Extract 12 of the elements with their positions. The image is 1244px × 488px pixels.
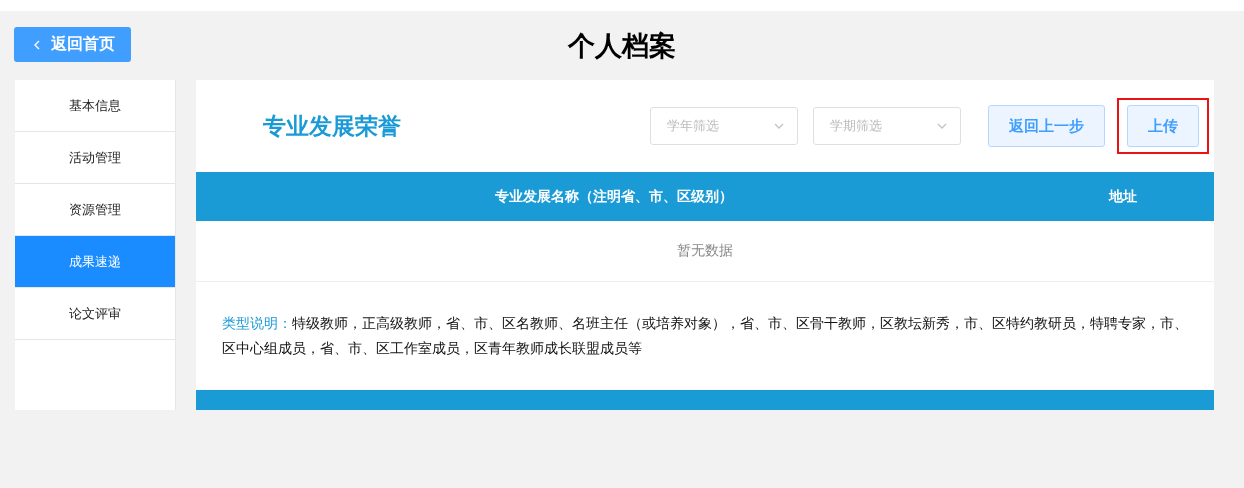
action-button[interactable]: 返回上一步	[988, 105, 1105, 147]
filter-select[interactable]: 学年筛选	[650, 107, 798, 145]
action-button[interactable]: 上传	[1127, 105, 1199, 147]
section-title: 专业发展荣誉	[263, 111, 402, 141]
sidebar-item[interactable]: 成果速递	[15, 236, 175, 288]
back-home-button[interactable]: 返回首页	[14, 27, 131, 62]
type-note: 类型说明：特级教师，正高级教师，省、市、区名教师、名班主任（或培养对象），省、市、区骨干教师，区教坛新秀，市、区特约教研员，特聘专家，市、区中心组成员，省、市、区工作室成员，区青年教师成长联盟成员等	[221, 314, 1189, 358]
column-header: 专业发展名称（注明省、市、区级别）	[493, 187, 734, 206]
page-title: 个人档案	[568, 28, 676, 63]
filter-select[interactable]: 学期筛选	[813, 107, 961, 145]
column-header: 地址	[1107, 187, 1138, 206]
empty-message: 暂无数据	[196, 221, 1214, 282]
